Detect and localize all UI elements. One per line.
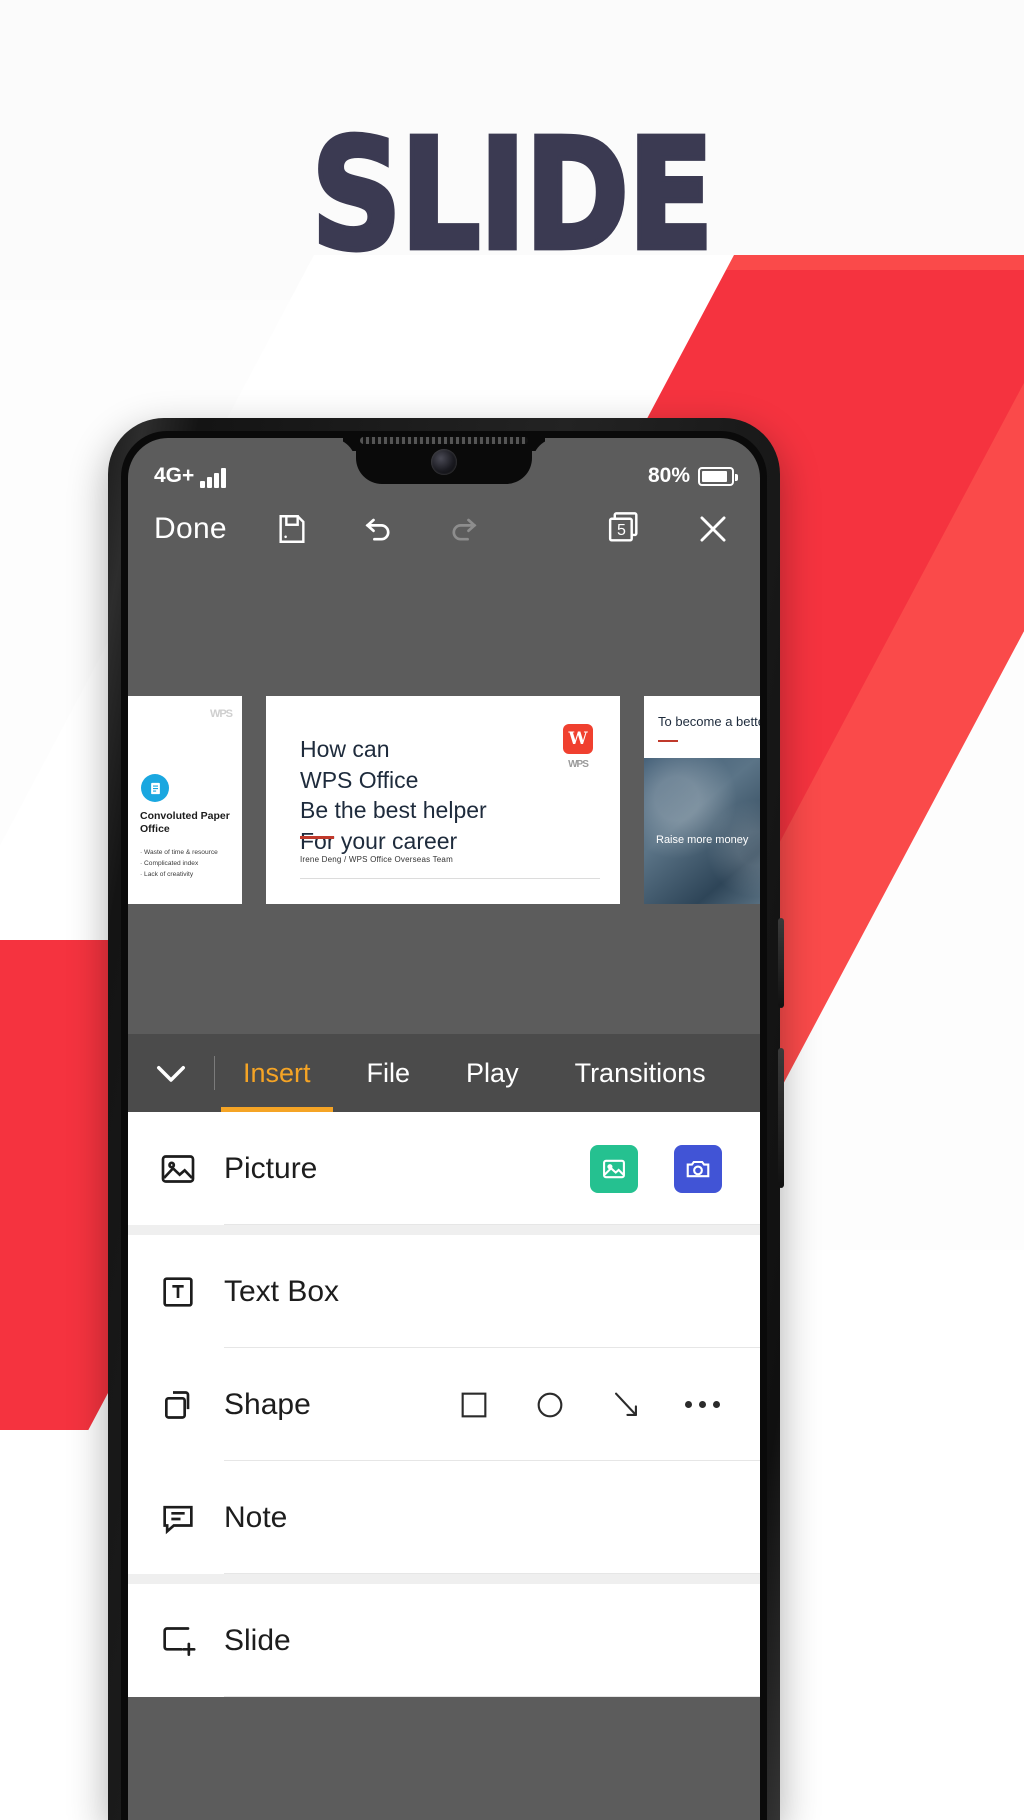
add-slide-icon xyxy=(158,1621,224,1661)
status-bar: 4G+ 80% xyxy=(128,438,760,492)
menu-item-picture[interactable]: Picture xyxy=(128,1112,760,1225)
slide-thumbnail-previous[interactable]: WPS Convoluted Paper Office · Waste of t… xyxy=(128,696,242,904)
slide-prev-bullets: · Waste of time & resource · Complicated… xyxy=(140,848,240,881)
close-x-icon[interactable] xyxy=(692,508,734,550)
earpiece-speaker xyxy=(360,437,528,444)
menu-label-shape: Shape xyxy=(224,1387,311,1421)
slide-count-label: 5 xyxy=(617,521,626,539)
row-divider xyxy=(224,1696,760,1697)
slide-line: Be the best helper xyxy=(300,797,487,824)
section-divider xyxy=(128,1574,760,1584)
gallery-icon[interactable] xyxy=(590,1144,638,1193)
status-left: 4G+ xyxy=(154,464,226,488)
undo-icon[interactable] xyxy=(357,508,399,550)
row-divider xyxy=(224,1573,760,1574)
slide-line: How can xyxy=(300,736,390,762)
bullet-item: · Complicated index xyxy=(140,859,199,867)
section-divider xyxy=(128,1225,760,1235)
slides-stack-icon[interactable]: 5 xyxy=(604,508,646,550)
battery-percent-label: 80% xyxy=(647,464,690,487)
poster-canvas: SLIDE 4G+ 80% Done 5 WPS Convoluted Pape… xyxy=(0,0,1024,1820)
tab-transitions[interactable]: Transitions xyxy=(547,1034,734,1112)
tab-play[interactable]: Play xyxy=(438,1034,547,1112)
phone-mockup: 4G+ 80% Done 5 WPS Convoluted Paper Offi… xyxy=(108,418,784,1820)
line-shape-icon[interactable] xyxy=(606,1385,646,1425)
wps-logo: W WPS xyxy=(558,724,598,770)
phone-screen: 4G+ 80% Done 5 WPS Convoluted Paper Offi… xyxy=(128,438,760,1820)
picture-icon xyxy=(158,1149,224,1189)
wps-logo-mark: W xyxy=(563,724,593,754)
bullet-item: · Waste of time & resource xyxy=(140,849,218,856)
more-shapes-icon[interactable] xyxy=(682,1385,722,1425)
wps-watermark: WPS xyxy=(209,708,233,720)
tab-file[interactable]: File xyxy=(339,1034,439,1112)
menu-item-shape[interactable]: Shape xyxy=(128,1348,760,1461)
menu-item-slide[interactable]: Slide xyxy=(128,1584,760,1697)
bullet-item: · Lack of creativity xyxy=(140,870,194,878)
wps-logo-text: WPS xyxy=(568,759,589,770)
text-box-icon xyxy=(158,1272,224,1312)
redo-icon xyxy=(443,508,485,550)
slide-line: For your career xyxy=(300,827,458,854)
volume-button[interactable] xyxy=(778,1048,784,1188)
battery-icon xyxy=(698,466,738,486)
signal-bars-icon xyxy=(200,468,226,488)
slide-next-photo: Raise more money xyxy=(644,758,760,904)
page-title: SLIDE xyxy=(309,107,716,285)
save-floppy-icon[interactable] xyxy=(271,508,313,550)
slide-next-title: To become a better xyxy=(658,714,760,729)
slide-byline: Irene Deng / WPS Office Overseas Team xyxy=(300,855,453,864)
chevron-down-icon[interactable] xyxy=(128,1034,214,1112)
done-button[interactable]: Done xyxy=(154,512,227,546)
phone-bezel: 4G+ 80% Done 5 WPS Convoluted Paper Offi… xyxy=(121,431,767,1820)
shape-icon xyxy=(158,1385,224,1425)
slide-prev-title: Convoluted Paper Office xyxy=(140,810,230,836)
slide-baseline xyxy=(300,878,600,879)
menu-label-picture: Picture xyxy=(224,1151,318,1185)
row-divider xyxy=(224,1224,760,1225)
slide-thumbnail-next[interactable]: To become a better Raise more money xyxy=(644,696,760,904)
camera-icon[interactable] xyxy=(674,1144,722,1193)
ribbon-tabs: Insert File Play Transitions xyxy=(128,1034,760,1112)
slide-thumbnail-current[interactable]: How can WPS Office Be the best helper Fo… xyxy=(266,696,620,904)
status-right: 80% xyxy=(647,464,738,488)
slide-line: WPS Office xyxy=(300,766,419,793)
menu-item-note[interactable]: Note xyxy=(128,1461,760,1574)
square-shape-icon[interactable] xyxy=(454,1385,494,1425)
menu-label-text-box: Text Box xyxy=(224,1274,340,1308)
menu-label-slide: Slide xyxy=(224,1623,291,1657)
slide-carousel[interactable]: WPS Convoluted Paper Office · Waste of t… xyxy=(128,566,760,1034)
slide-next-divider xyxy=(658,740,678,742)
circle-shape-icon[interactable] xyxy=(530,1385,570,1425)
insert-menu-list: Picture Text Box Shape Note Slide xyxy=(128,1112,760,1697)
document-circle-icon xyxy=(141,774,169,802)
slide-next-caption: Raise more money xyxy=(656,834,749,846)
note-icon xyxy=(158,1498,224,1538)
network-type-label: 4G+ xyxy=(154,464,195,487)
menu-item-text-box[interactable]: Text Box xyxy=(128,1235,760,1348)
tab-insert[interactable]: Insert xyxy=(215,1034,339,1112)
menu-label-note: Note xyxy=(224,1500,288,1534)
slide-divider xyxy=(300,836,334,839)
power-button[interactable] xyxy=(778,918,784,1008)
editor-toolbar: Done 5 xyxy=(128,492,760,566)
